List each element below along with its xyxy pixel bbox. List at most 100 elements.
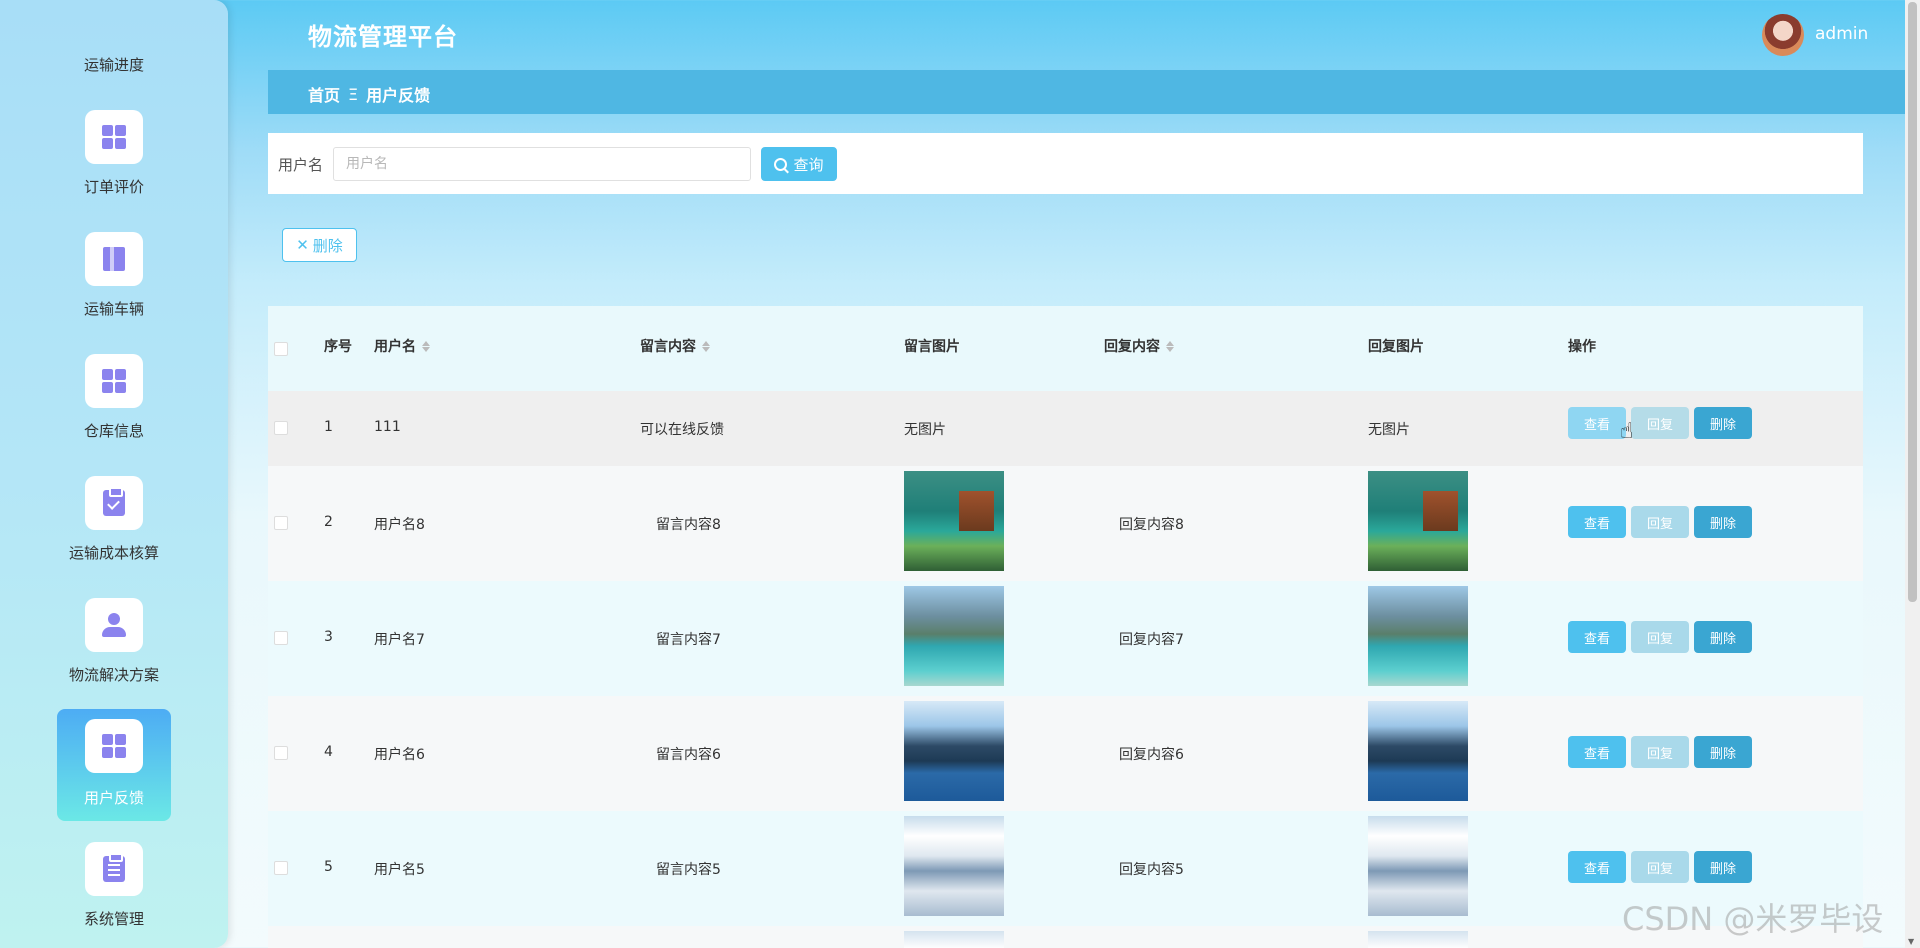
view-button[interactable]: 查看 bbox=[1568, 407, 1626, 439]
row-image[interactable] bbox=[904, 471, 1004, 571]
sidebar-item-warehouse[interactable]: 仓库信息 bbox=[57, 344, 171, 456]
delete-button[interactable]: 删除 bbox=[1694, 407, 1752, 439]
row-checkbox[interactable] bbox=[274, 421, 288, 435]
sidebar-item-label: 运输进度 bbox=[83, 56, 144, 74]
search-input[interactable] bbox=[333, 147, 751, 181]
row-username: 用户名6 bbox=[374, 747, 425, 763]
batch-delete-button[interactable]: ✕ 删除 bbox=[282, 228, 357, 262]
table-row[interactable]: 2 用户名8 留言内容8 回复内容8 查看 回复 删除 bbox=[268, 466, 1863, 581]
row-content: 留言内容7 bbox=[656, 632, 721, 648]
column-header-index: 序号 bbox=[324, 339, 352, 355]
row-checkbox[interactable] bbox=[274, 746, 288, 760]
row-content: 可以在线反馈 bbox=[640, 422, 724, 438]
watermark: CSDN @米罗毕设 bbox=[1622, 900, 1884, 938]
view-button[interactable]: 查看 bbox=[1568, 621, 1626, 653]
row-reply: 回复内容7 bbox=[1119, 632, 1184, 648]
sidebar-item-label: 物流解决方案 bbox=[68, 666, 159, 684]
sidebar-item-order-review[interactable]: 订单评价 bbox=[57, 100, 171, 212]
avatar[interactable] bbox=[1762, 14, 1804, 56]
pointer-cursor-icon: ☝ bbox=[1620, 419, 1634, 444]
row-index: 2 bbox=[324, 514, 333, 530]
row-username: 用户名7 bbox=[374, 632, 425, 648]
row-reply-image[interactable] bbox=[1368, 586, 1468, 686]
view-button[interactable]: 查看 bbox=[1568, 506, 1626, 538]
row-reply-image-none: 无图片 bbox=[1368, 422, 1410, 438]
grid-icon bbox=[85, 719, 143, 773]
scrollbar-thumb[interactable] bbox=[1908, 2, 1917, 602]
row-reply: 回复内容6 bbox=[1119, 747, 1184, 763]
reply-button[interactable]: 回复 bbox=[1631, 851, 1689, 883]
view-button[interactable]: 查看 bbox=[1568, 851, 1626, 883]
row-image[interactable] bbox=[904, 586, 1004, 686]
column-header-content[interactable]: 留言内容 bbox=[640, 336, 710, 356]
user-icon bbox=[85, 598, 143, 652]
delete-button[interactable]: 删除 bbox=[1694, 736, 1752, 768]
sidebar-item-vehicles[interactable]: 运输车辆 bbox=[57, 222, 171, 334]
sidebar-item-transport-progress[interactable]: 运输进度 bbox=[57, 40, 171, 80]
reply-button[interactable]: 回复 bbox=[1631, 621, 1689, 653]
search-button[interactable]: 查询 bbox=[761, 147, 837, 181]
book-icon bbox=[85, 232, 143, 286]
table-row[interactable]: 1 111 可以在线反馈 无图片 无图片 查看 回复 删除 ☝ bbox=[268, 391, 1863, 466]
column-header-image: 留言图片 bbox=[904, 339, 960, 355]
row-checkbox[interactable] bbox=[274, 516, 288, 530]
batch-delete-label: 删除 bbox=[312, 236, 343, 255]
breadcrumb-bar: 首页 Ξ 用户反馈 bbox=[268, 70, 1905, 114]
sidebar-item-label: 用户反馈 bbox=[83, 789, 144, 807]
table-row[interactable]: 3 用户名7 留言内容7 回复内容7 查看 回复 删除 bbox=[268, 581, 1863, 696]
row-image[interactable] bbox=[904, 931, 1004, 948]
sort-icon[interactable] bbox=[702, 340, 710, 352]
row-index: 3 bbox=[324, 629, 333, 645]
sidebar-item-label: 运输成本核算 bbox=[68, 544, 159, 562]
table-header: 序号 用户名 留言内容 留言图片 回复内容 回复图片 操作 bbox=[268, 306, 1863, 391]
column-header-reply[interactable]: 回复内容 bbox=[1104, 336, 1174, 356]
row-checkbox[interactable] bbox=[274, 631, 288, 645]
breadcrumb-separator-icon: Ξ bbox=[348, 84, 359, 104]
row-index: 1 bbox=[324, 419, 333, 435]
row-reply-image[interactable] bbox=[1368, 701, 1468, 801]
sidebar-item-user-feedback[interactable]: 用户反馈 bbox=[57, 709, 171, 821]
view-button[interactable]: 查看 bbox=[1568, 736, 1626, 768]
app-title: 物流管理平台 bbox=[308, 23, 458, 51]
clipboard-list-icon bbox=[85, 842, 143, 896]
breadcrumb-home[interactable]: 首页 bbox=[308, 82, 340, 106]
row-content: 留言内容5 bbox=[656, 862, 721, 878]
reply-button[interactable]: 回复 bbox=[1631, 736, 1689, 768]
row-reply-image[interactable] bbox=[1368, 931, 1468, 948]
sort-icon[interactable] bbox=[422, 340, 430, 352]
row-reply-image[interactable] bbox=[1368, 471, 1468, 571]
column-header-username[interactable]: 用户名 bbox=[374, 336, 430, 356]
row-index: 4 bbox=[324, 744, 333, 760]
sort-icon[interactable] bbox=[1166, 340, 1174, 352]
page-scrollbar[interactable]: ▼ bbox=[1905, 0, 1920, 948]
reply-button[interactable]: 回复 bbox=[1631, 506, 1689, 538]
breadcrumb-current: 用户反馈 bbox=[366, 86, 431, 105]
row-reply-image[interactable] bbox=[1368, 816, 1468, 916]
delete-button[interactable]: 删除 bbox=[1694, 506, 1752, 538]
row-image[interactable] bbox=[904, 816, 1004, 916]
row-image[interactable] bbox=[904, 701, 1004, 801]
sidebar-item-label: 系统管理 bbox=[83, 910, 144, 928]
sidebar: 运输进度 订单评价 运输车辆 仓库信息 运输成本核算 物流解决方案 用户反馈 系… bbox=[0, 0, 228, 948]
scroll-down-icon[interactable]: ▼ bbox=[1908, 937, 1914, 946]
sidebar-item-cost-accounting[interactable]: 运输成本核算 bbox=[57, 466, 171, 578]
column-header-actions: 操作 bbox=[1568, 339, 1596, 355]
reply-button[interactable]: 回复 bbox=[1631, 407, 1689, 439]
sidebar-item-label: 仓库信息 bbox=[83, 422, 144, 440]
username[interactable]: admin bbox=[1815, 24, 1868, 44]
row-reply: 回复内容5 bbox=[1119, 862, 1184, 878]
clipboard-check-icon bbox=[85, 476, 143, 530]
row-checkbox[interactable] bbox=[274, 861, 288, 875]
breadcrumb: 首页 Ξ 用户反馈 bbox=[308, 82, 430, 106]
sidebar-item-system[interactable]: 系统管理 bbox=[57, 832, 171, 944]
delete-button[interactable]: 删除 bbox=[1694, 621, 1752, 653]
search-button-label: 查询 bbox=[793, 155, 824, 174]
close-icon: ✕ bbox=[296, 236, 309, 254]
row-image-none: 无图片 bbox=[904, 422, 946, 438]
sidebar-item-label: 运输车辆 bbox=[83, 300, 144, 318]
table-row[interactable]: 4 用户名6 留言内容6 回复内容6 查看 回复 删除 bbox=[268, 696, 1863, 811]
select-all-checkbox[interactable] bbox=[274, 342, 288, 356]
column-header-reply-image: 回复图片 bbox=[1368, 339, 1424, 355]
delete-button[interactable]: 删除 bbox=[1694, 851, 1752, 883]
sidebar-item-solutions[interactable]: 物流解决方案 bbox=[57, 588, 171, 700]
